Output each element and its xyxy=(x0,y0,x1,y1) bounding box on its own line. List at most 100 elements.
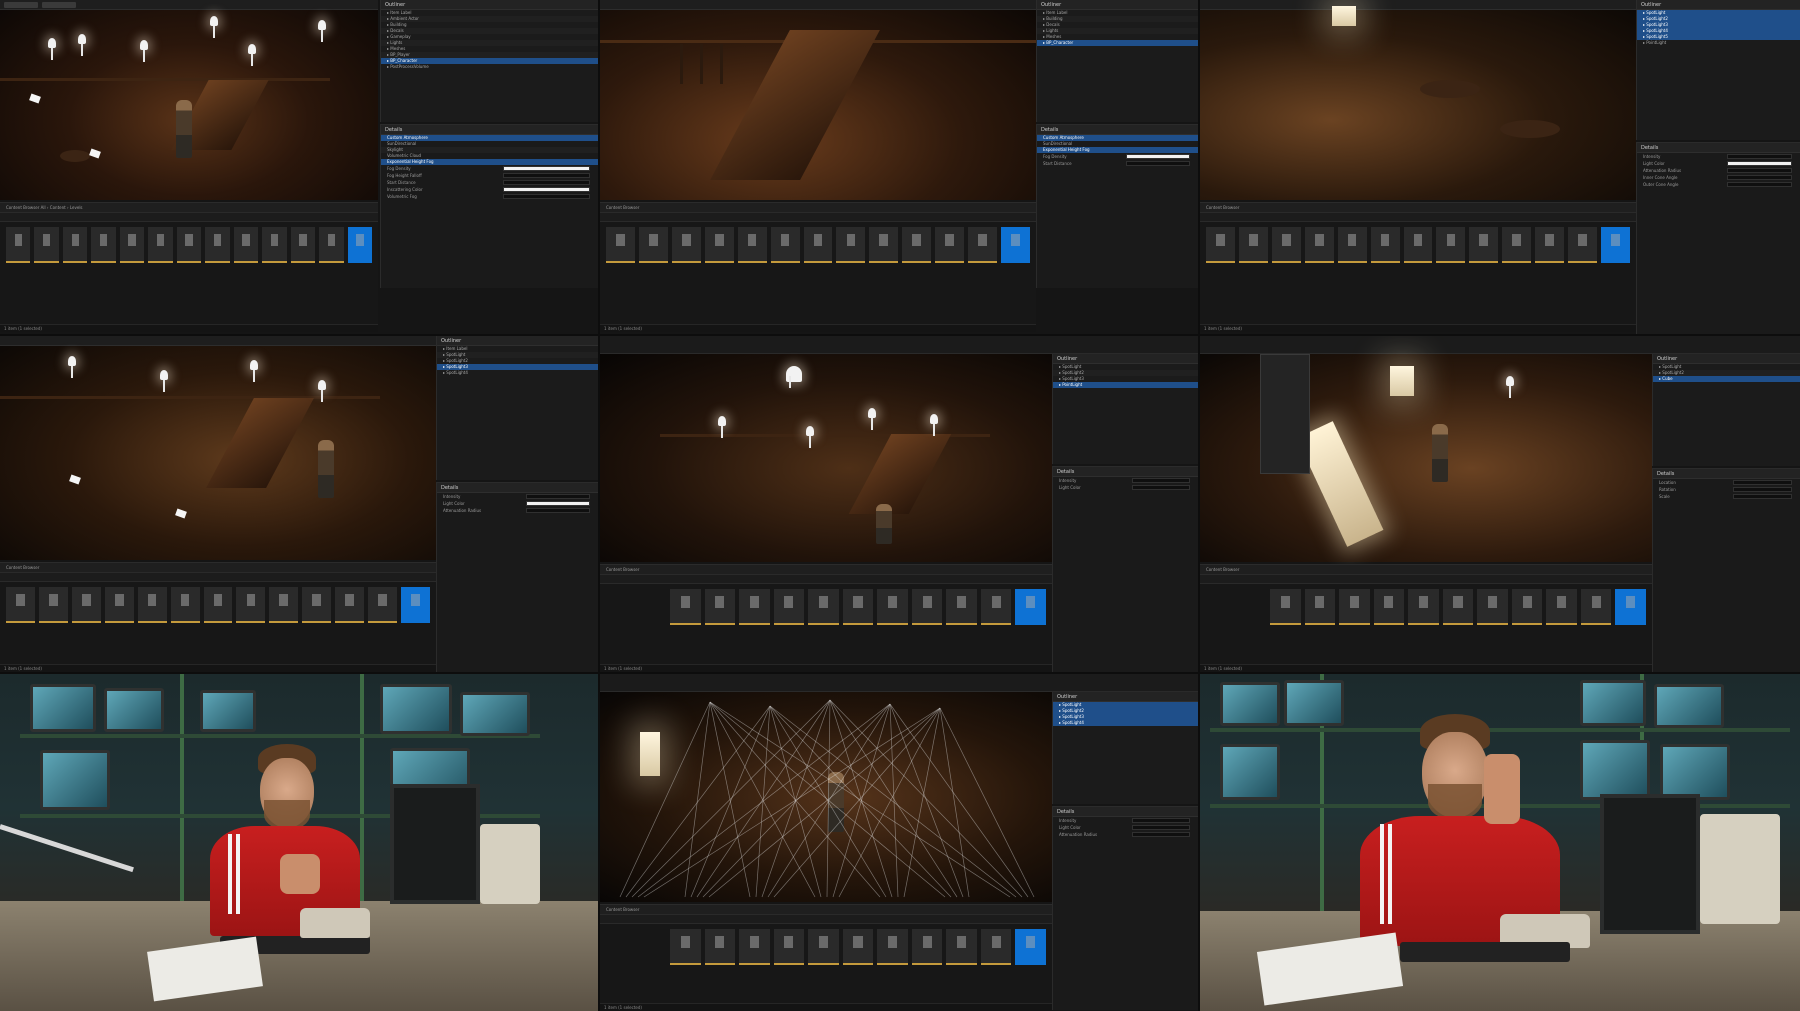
property-row[interactable]: Attenuation Radius xyxy=(437,507,598,514)
asset-thumbnail[interactable] xyxy=(1568,227,1598,263)
asset-thumbnail[interactable] xyxy=(62,227,88,263)
spot-light-gizmo[interactable] xyxy=(806,426,814,448)
asset-thumbnail[interactable] xyxy=(737,227,767,263)
spot-light-gizmo[interactable] xyxy=(140,40,148,62)
asset-thumbnail[interactable] xyxy=(1580,589,1612,625)
asset-thumbnail[interactable] xyxy=(290,227,316,263)
outliner-row[interactable]: ▸ PointLight xyxy=(1637,40,1800,46)
asset-thumbnail[interactable] xyxy=(842,589,874,625)
asset-thumbnail-selected[interactable] xyxy=(1601,227,1630,263)
path-crumb[interactable]: All xyxy=(41,205,46,210)
asset-thumbnail[interactable] xyxy=(773,589,805,625)
property-row[interactable]: Attenuation Radius xyxy=(1637,167,1800,174)
asset-thumbnail[interactable] xyxy=(119,227,145,263)
asset-thumbnail[interactable] xyxy=(877,589,908,625)
spot-light-gizmo[interactable] xyxy=(78,34,86,56)
asset-thumbnail[interactable] xyxy=(148,227,173,263)
asset-thumbnail[interactable] xyxy=(1238,227,1268,263)
property-row[interactable]: Fog Height Falloff xyxy=(381,172,598,179)
property-row[interactable]: Rotation xyxy=(1653,486,1800,493)
asset-thumbnail[interactable] xyxy=(368,587,398,623)
asset-thumbnail[interactable] xyxy=(704,589,736,625)
property-row[interactable]: Start Distance xyxy=(381,179,598,186)
asset-search-input[interactable] xyxy=(600,213,1036,222)
spot-light-gizmo[interactable] xyxy=(250,360,258,382)
asset-search-input[interactable] xyxy=(0,213,378,222)
spot-light-gizmo[interactable] xyxy=(318,380,326,402)
outliner-row-selected[interactable]: ▸ BP_Character xyxy=(1037,40,1198,46)
property-row[interactable]: Location xyxy=(1653,479,1800,486)
asset-thumbnail[interactable] xyxy=(203,587,233,623)
level-viewport[interactable] xyxy=(1200,354,1652,562)
asset-thumbnail-selected[interactable] xyxy=(347,227,373,263)
property-row[interactable]: Intensity xyxy=(1053,817,1198,824)
asset-thumbnail[interactable] xyxy=(1339,589,1370,625)
property-row[interactable]: Light Color xyxy=(1053,824,1198,831)
path-crumb[interactable]: Levels xyxy=(70,205,83,210)
asset-thumbnail[interactable] xyxy=(176,227,202,263)
asset-thumbnail[interactable] xyxy=(233,227,259,263)
asset-thumbnail[interactable] xyxy=(836,227,866,263)
asset-thumbnail-selected[interactable] xyxy=(1015,589,1047,625)
asset-thumbnail-selected[interactable] xyxy=(1615,589,1647,625)
asset-thumbnail[interactable] xyxy=(1403,227,1433,263)
spot-light-gizmo[interactable] xyxy=(48,38,56,60)
selected-spot-light[interactable] xyxy=(786,366,802,388)
asset-thumbnail[interactable] xyxy=(335,587,365,623)
asset-thumbnail[interactable] xyxy=(1271,227,1301,263)
property-row[interactable]: Fog Density xyxy=(381,165,598,172)
spot-light-gizmo[interactable] xyxy=(718,416,726,438)
property-row[interactable]: Start Distance xyxy=(1037,160,1198,167)
asset-thumbnail[interactable] xyxy=(671,227,701,263)
asset-thumbnail[interactable] xyxy=(670,929,701,965)
spot-light-gizmo[interactable] xyxy=(868,408,876,430)
asset-search-input[interactable] xyxy=(1200,575,1652,584)
property-row[interactable]: Intensity xyxy=(1053,477,1198,484)
asset-thumbnail[interactable] xyxy=(170,587,200,623)
spot-light-gizmo[interactable] xyxy=(318,20,326,42)
asset-thumbnail[interactable] xyxy=(91,227,116,263)
level-viewport[interactable] xyxy=(600,0,1036,200)
asset-thumbnail[interactable] xyxy=(877,929,908,965)
asset-thumbnail[interactable] xyxy=(902,227,932,263)
asset-thumbnail[interactable] xyxy=(980,589,1012,625)
asset-thumbnail[interactable] xyxy=(606,227,635,263)
asset-thumbnail[interactable] xyxy=(1546,589,1577,625)
spot-light-gizmo[interactable] xyxy=(248,44,256,66)
asset-thumbnail[interactable] xyxy=(319,227,344,263)
asset-thumbnail[interactable] xyxy=(104,587,134,623)
asset-thumbnail[interactable] xyxy=(1436,227,1466,263)
asset-thumbnail[interactable] xyxy=(935,227,965,263)
asset-thumbnail[interactable] xyxy=(670,589,701,625)
asset-thumbnail[interactable] xyxy=(1535,227,1565,263)
level-viewport[interactable] xyxy=(1200,0,1636,200)
asset-thumbnail[interactable] xyxy=(1337,227,1367,263)
level-viewport[interactable] xyxy=(0,0,378,200)
asset-thumbnail-selected[interactable] xyxy=(401,587,430,623)
asset-search-input[interactable] xyxy=(1200,213,1636,222)
outliner-row-selected[interactable]: ▸ SpotLight4 xyxy=(1053,720,1198,726)
asset-thumbnail[interactable] xyxy=(808,929,839,965)
asset-thumbnail[interactable] xyxy=(704,929,736,965)
outliner-row-selected[interactable]: ▸ Cube xyxy=(1653,376,1800,382)
property-row[interactable]: Fog Density xyxy=(1037,153,1198,160)
asset-thumbnail-selected[interactable] xyxy=(1015,929,1047,965)
asset-thumbnail[interactable] xyxy=(1469,227,1499,263)
outliner-row[interactable]: ▸ PostProcessVolume xyxy=(381,64,598,70)
asset-thumbnail[interactable] xyxy=(773,929,805,965)
asset-thumbnail[interactable] xyxy=(34,227,59,263)
asset-thumbnail[interactable] xyxy=(269,587,299,623)
asset-thumbnail[interactable] xyxy=(1270,589,1301,625)
asset-thumbnail[interactable] xyxy=(946,589,977,625)
asset-thumbnail[interactable] xyxy=(205,227,230,263)
spot-light-gizmo[interactable] xyxy=(1506,376,1514,398)
viewport-lit-chip[interactable] xyxy=(42,2,76,8)
asset-thumbnail[interactable] xyxy=(6,227,31,263)
path-crumb[interactable]: Content xyxy=(50,205,66,210)
asset-search-input[interactable] xyxy=(600,915,1052,924)
spot-light-gizmo[interactable] xyxy=(930,414,938,436)
asset-thumbnail[interactable] xyxy=(1502,227,1532,263)
property-row[interactable]: Light Color xyxy=(1053,484,1198,491)
asset-thumbnail[interactable] xyxy=(869,227,899,263)
character-mannequin[interactable] xyxy=(318,440,334,498)
